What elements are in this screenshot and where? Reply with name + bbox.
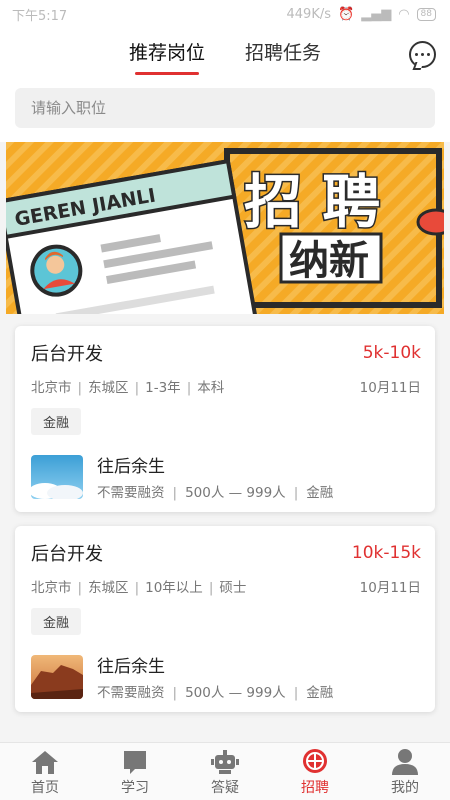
company-logo [31, 654, 83, 699]
tabbar-label: 答疑 [211, 780, 239, 796]
signal-icon: ▂▄▆ [361, 6, 392, 22]
banner-title-line2: 纳新 [289, 238, 369, 284]
robot-icon [211, 750, 239, 774]
job-list: 后台开发 5k-10k 北京市 | 东城区 | 1-3年 | 本科 10月11日 金融 往后… [0, 314, 450, 712]
wifi-icon: ◠ [398, 6, 410, 22]
tabbar-item-study[interactable]: 学习 [90, 743, 180, 800]
job-tag: 金融 [31, 608, 82, 635]
tabbar-item-home[interactable]: 首页 [0, 743, 90, 800]
banner-title-line1: 招 聘 [244, 168, 380, 236]
user-icon [392, 749, 418, 775]
job-tag: 金融 [31, 408, 82, 435]
network-speed: 449K/s [286, 6, 332, 22]
company-logo [31, 454, 83, 499]
company-name: 往后余生 [97, 657, 165, 677]
search-area [0, 80, 450, 142]
tabbar-label: 招聘 [301, 780, 329, 796]
search-input[interactable] [15, 88, 435, 128]
alarm-icon: ⏰ [338, 6, 355, 22]
tabbar-item-qa[interactable]: 答疑 [180, 743, 270, 800]
company-meta: 不需要融资 | 500人 — 999人 | 金融 [97, 485, 334, 501]
book-icon [124, 751, 146, 774]
job-salary: 5k-10k [362, 343, 421, 363]
top-tabs: 推荐岗位 招聘任务 [0, 28, 450, 80]
job-card[interactable]: 后台开发 5k-10k 北京市 | 东城区 | 1-3年 | 本科 10月11日 金融 往后… [15, 326, 435, 512]
recruit-banner[interactable]: GEREN JIANLI 招 聘 纳新 [6, 142, 444, 314]
chat-bubble-icon[interactable] [409, 41, 436, 68]
recruit-icon [303, 749, 327, 773]
status-time: 下午5:17 [12, 8, 68, 24]
job-meta: 北京市 | 东城区 | 10年以上 | 硕士 [31, 580, 247, 596]
home-icon [32, 751, 58, 774]
tabbar-label: 我的 [391, 780, 419, 796]
job-card[interactable]: 后台开发 10k-15k 北京市 | 东城区 | 10年以上 | 硕士 10月11日 金融 … [15, 526, 435, 712]
job-salary: 10k-15k [351, 543, 421, 563]
job-date: 10月11日 [359, 580, 421, 596]
tabbar-label: 首页 [31, 780, 59, 796]
company-name: 往后余生 [97, 457, 165, 477]
status-indicators: 449K/s ⏰ ▂▄▆ ◠ 88 [287, 7, 436, 22]
status-bar: 下午5:17 449K/s ⏰ ▂▄▆ ◠ 88 [0, 0, 450, 28]
tabbar-label: 学习 [121, 780, 149, 796]
job-title: 后台开发 [31, 344, 103, 365]
job-meta: 北京市 | 东城区 | 1-3年 | 本科 [31, 380, 225, 396]
company-info[interactable]: 往后余生 不需要融资 | 500人 — 999人 | 金融 [31, 652, 421, 701]
bottom-tabbar: 首页 学习 答疑 招聘 我的 [0, 742, 450, 800]
tabbar-item-recruit[interactable]: 招聘 [270, 743, 360, 800]
company-meta: 不需要融资 | 500人 — 999人 | 金融 [97, 685, 334, 701]
battery-icon: 88 [416, 7, 436, 21]
job-date: 10月11日 [359, 380, 421, 396]
tab-recommended-jobs[interactable]: 推荐岗位 [129, 38, 205, 75]
tab-recruit-tasks[interactable]: 招聘任务 [245, 38, 321, 71]
job-title: 后台开发 [31, 544, 103, 565]
tabbar-item-mine[interactable]: 我的 [360, 743, 450, 800]
company-info[interactable]: 往后余生 不需要融资 | 500人 — 999人 | 金融 [31, 452, 421, 501]
banner-illustration: GEREN JIANLI 招 聘 纳新 [6, 142, 444, 314]
